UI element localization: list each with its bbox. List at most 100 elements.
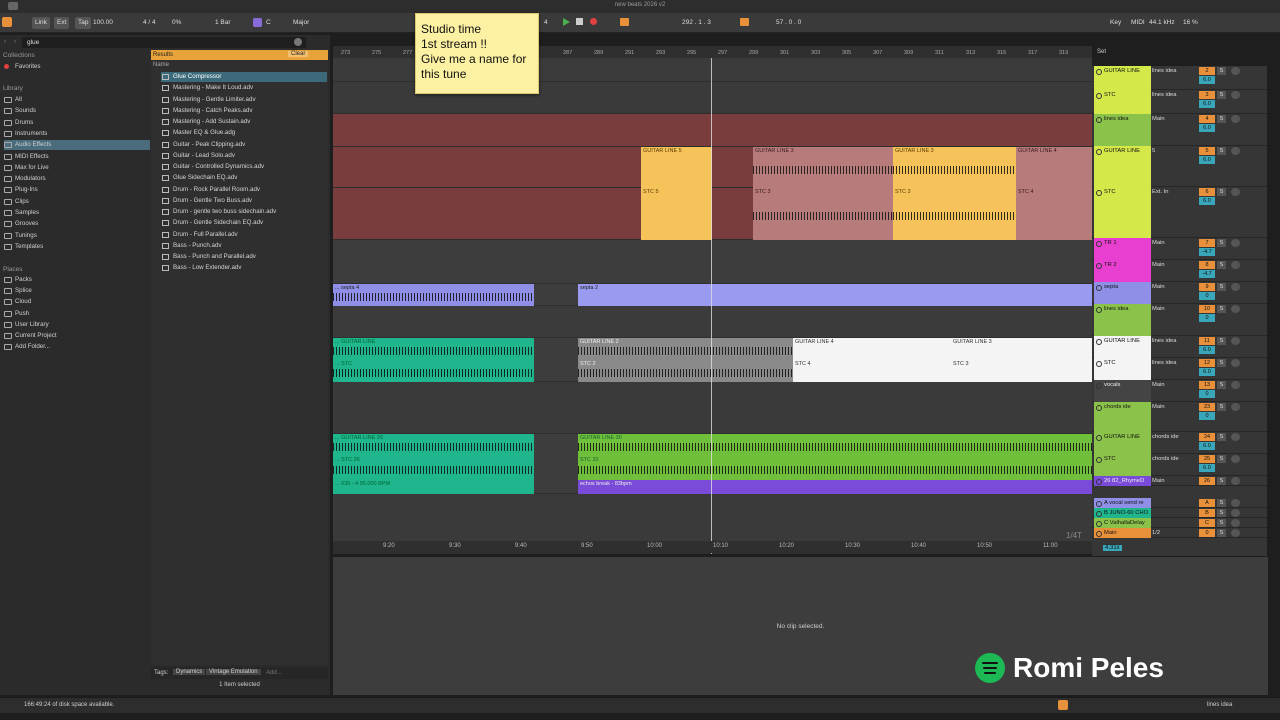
name-column-header[interactable]: Name (153, 62, 169, 68)
arm-button[interactable] (1231, 67, 1240, 75)
track-volume[interactable]: 0 (1199, 314, 1215, 322)
track-output-route[interactable]: Main (1152, 116, 1192, 122)
clip-echos-break[interactable]: echos break - 83bpm (578, 480, 1092, 494)
lane-tr[interactable] (333, 240, 1092, 284)
lane-lines-idea-2[interactable] (333, 306, 1092, 338)
track-output-route[interactable]: Main (1152, 284, 1192, 290)
track-output-route[interactable]: chords ide (1152, 434, 1192, 440)
track-name[interactable]: GUITAR LINE (1094, 146, 1151, 187)
mixer-track[interactable]: lines idea Main 10 0 S (1092, 304, 1267, 336)
track-output-route[interactable]: Main (1152, 478, 1192, 484)
solo-button[interactable]: S (1217, 381, 1226, 389)
mixer-track[interactable]: TR 1 Main 7 -4.7 S (1092, 238, 1267, 260)
track-number[interactable]: 7 (1199, 239, 1215, 247)
track-name[interactable]: GUITAR LINE (1094, 66, 1151, 90)
track-activator-icon[interactable] (1096, 339, 1102, 345)
result-item[interactable]: Drum - Rock Parallel Room.adv (161, 185, 327, 195)
arm-button[interactable] (1231, 509, 1240, 517)
solo-button[interactable]: S (1217, 455, 1226, 463)
midi-map-button[interactable]: MIDI (1131, 17, 1145, 29)
track-name[interactable]: 26 82_RhymeD (1094, 476, 1151, 486)
track-number[interactable]: 11 (1199, 337, 1215, 345)
track-name[interactable]: STC (1094, 454, 1151, 476)
arm-button[interactable] (1231, 337, 1240, 345)
overdub-icon[interactable] (620, 18, 629, 26)
track-output-route[interactable]: 5 (1152, 148, 1192, 154)
track-name[interactable]: lines idea (1094, 114, 1151, 146)
clip-guitar-line-3a[interactable]: GUITAR LINE 3 (753, 147, 893, 188)
sidebar-item-audio-effects[interactable]: Audio Effects (4, 140, 150, 151)
sidebar-item-instruments[interactable]: Instruments (4, 129, 150, 139)
key-root[interactable]: C (266, 17, 271, 29)
track-volume[interactable]: 6.0 (1199, 156, 1215, 164)
track-output-route[interactable]: chords ide (1152, 456, 1192, 462)
arm-button[interactable] (1231, 283, 1240, 291)
track-volume[interactable]: 0 (1199, 292, 1215, 300)
result-item[interactable]: Mastering - Add Sustain.adv (161, 117, 327, 127)
clip-guitar-line-26[interactable]: ... GUITAR LINE 26 (333, 434, 534, 456)
solo-button[interactable]: S (1217, 477, 1226, 485)
track-name[interactable]: STC (1094, 358, 1151, 380)
track-volume[interactable]: 6.0 (1199, 442, 1215, 450)
track-activator-icon[interactable] (1096, 383, 1102, 389)
track-activator-icon[interactable] (1096, 117, 1102, 123)
sidebar-item-all[interactable]: All (4, 95, 150, 105)
record-icon[interactable] (590, 18, 597, 25)
track-volume[interactable]: 6.0 (1199, 346, 1215, 354)
clip-septa-2[interactable]: septa 2 (578, 284, 1092, 306)
arm-button[interactable] (1231, 359, 1240, 367)
track-number[interactable]: 10 (1199, 305, 1215, 313)
clip-guitar-line[interactable]: ... GUITAR LINE (333, 338, 534, 360)
search-input-box[interactable]: glue (22, 37, 306, 48)
track-activator-icon[interactable] (1096, 405, 1102, 411)
track-output-route[interactable]: 1/2 (1152, 530, 1192, 536)
arm-button[interactable] (1231, 455, 1240, 463)
mixer-track[interactable]: GUITAR LINE lines idea 11 6.0 S (1092, 336, 1267, 358)
result-item[interactable]: Bass - Punch.adv (161, 241, 327, 251)
arm-button[interactable] (1231, 91, 1240, 99)
track-activator-icon[interactable] (1096, 263, 1102, 269)
result-item[interactable]: Guitar - Controlled Dynamics.adv (161, 162, 327, 172)
track-number[interactable]: 13 (1199, 381, 1215, 389)
mixer-track[interactable]: GUITAR LINE lines idea 2 6.0 S (1092, 66, 1267, 90)
track-number[interactable]: 25 (1199, 455, 1215, 463)
place-item-splice[interactable]: Splice (4, 286, 150, 296)
solo-button[interactable]: S (1217, 305, 1226, 313)
track-number[interactable]: 9 (1199, 283, 1215, 291)
grid-label[interactable]: 1/4T (1066, 531, 1082, 540)
clip-guitar-line-2[interactable]: GUITAR LINE 2 (578, 338, 793, 360)
track-number[interactable]: 0 (1199, 529, 1215, 537)
track-name[interactable]: lines idea (1094, 304, 1151, 336)
result-item[interactable]: Bass - Punch and Parallel.adv (161, 252, 327, 262)
result-item[interactable]: Guitar - Lead Solo.adv (161, 151, 327, 161)
track-number[interactable]: 5 (1199, 147, 1215, 155)
mixer-track[interactable]: lines idea Main 4 6.0 S (1092, 114, 1267, 146)
solo-button[interactable]: S (1217, 188, 1226, 196)
arm-button[interactable] (1231, 477, 1240, 485)
track-activator-icon[interactable] (1096, 531, 1102, 537)
place-item-push[interactable]: Push (4, 309, 150, 319)
tag-dynamics[interactable]: Dynamics (173, 669, 206, 675)
result-item[interactable]: Guitar - Peak Clipping.adv (161, 140, 327, 150)
search-input[interactable]: glue (27, 39, 39, 46)
track-number[interactable]: 12 (1199, 359, 1215, 367)
back-icon[interactable]: ‹ (4, 39, 6, 45)
position-display[interactable]: 292 . 1 . 3 (682, 17, 711, 29)
clip-guitar-line-5[interactable]: GUITAR LINE 5 (641, 147, 712, 188)
track-output-route[interactable]: Main (1152, 240, 1192, 246)
result-item[interactable]: Mastering - Gentle Limiter.adv (161, 95, 327, 105)
track-volume[interactable]: 6.0 (1199, 76, 1215, 84)
track-name[interactable]: septa (1094, 282, 1151, 304)
track-activator-icon[interactable] (1096, 285, 1102, 291)
arm-button[interactable] (1231, 433, 1240, 441)
tap-button[interactable]: Tap (75, 17, 92, 29)
play-icon[interactable] (563, 18, 570, 26)
solo-button[interactable]: S (1217, 239, 1226, 247)
track-number[interactable]: 8 (1199, 261, 1215, 269)
track-number[interactable]: 3 (1199, 91, 1215, 99)
sidebar-item-favorites[interactable]: Favorites (4, 62, 150, 72)
track-output-route[interactable]: Main (1152, 262, 1192, 268)
scale-menu[interactable]: Major (293, 17, 309, 29)
place-item-cloud[interactable]: Cloud (4, 297, 150, 307)
clip-septa-4[interactable]: ... septa 4 (333, 284, 534, 306)
